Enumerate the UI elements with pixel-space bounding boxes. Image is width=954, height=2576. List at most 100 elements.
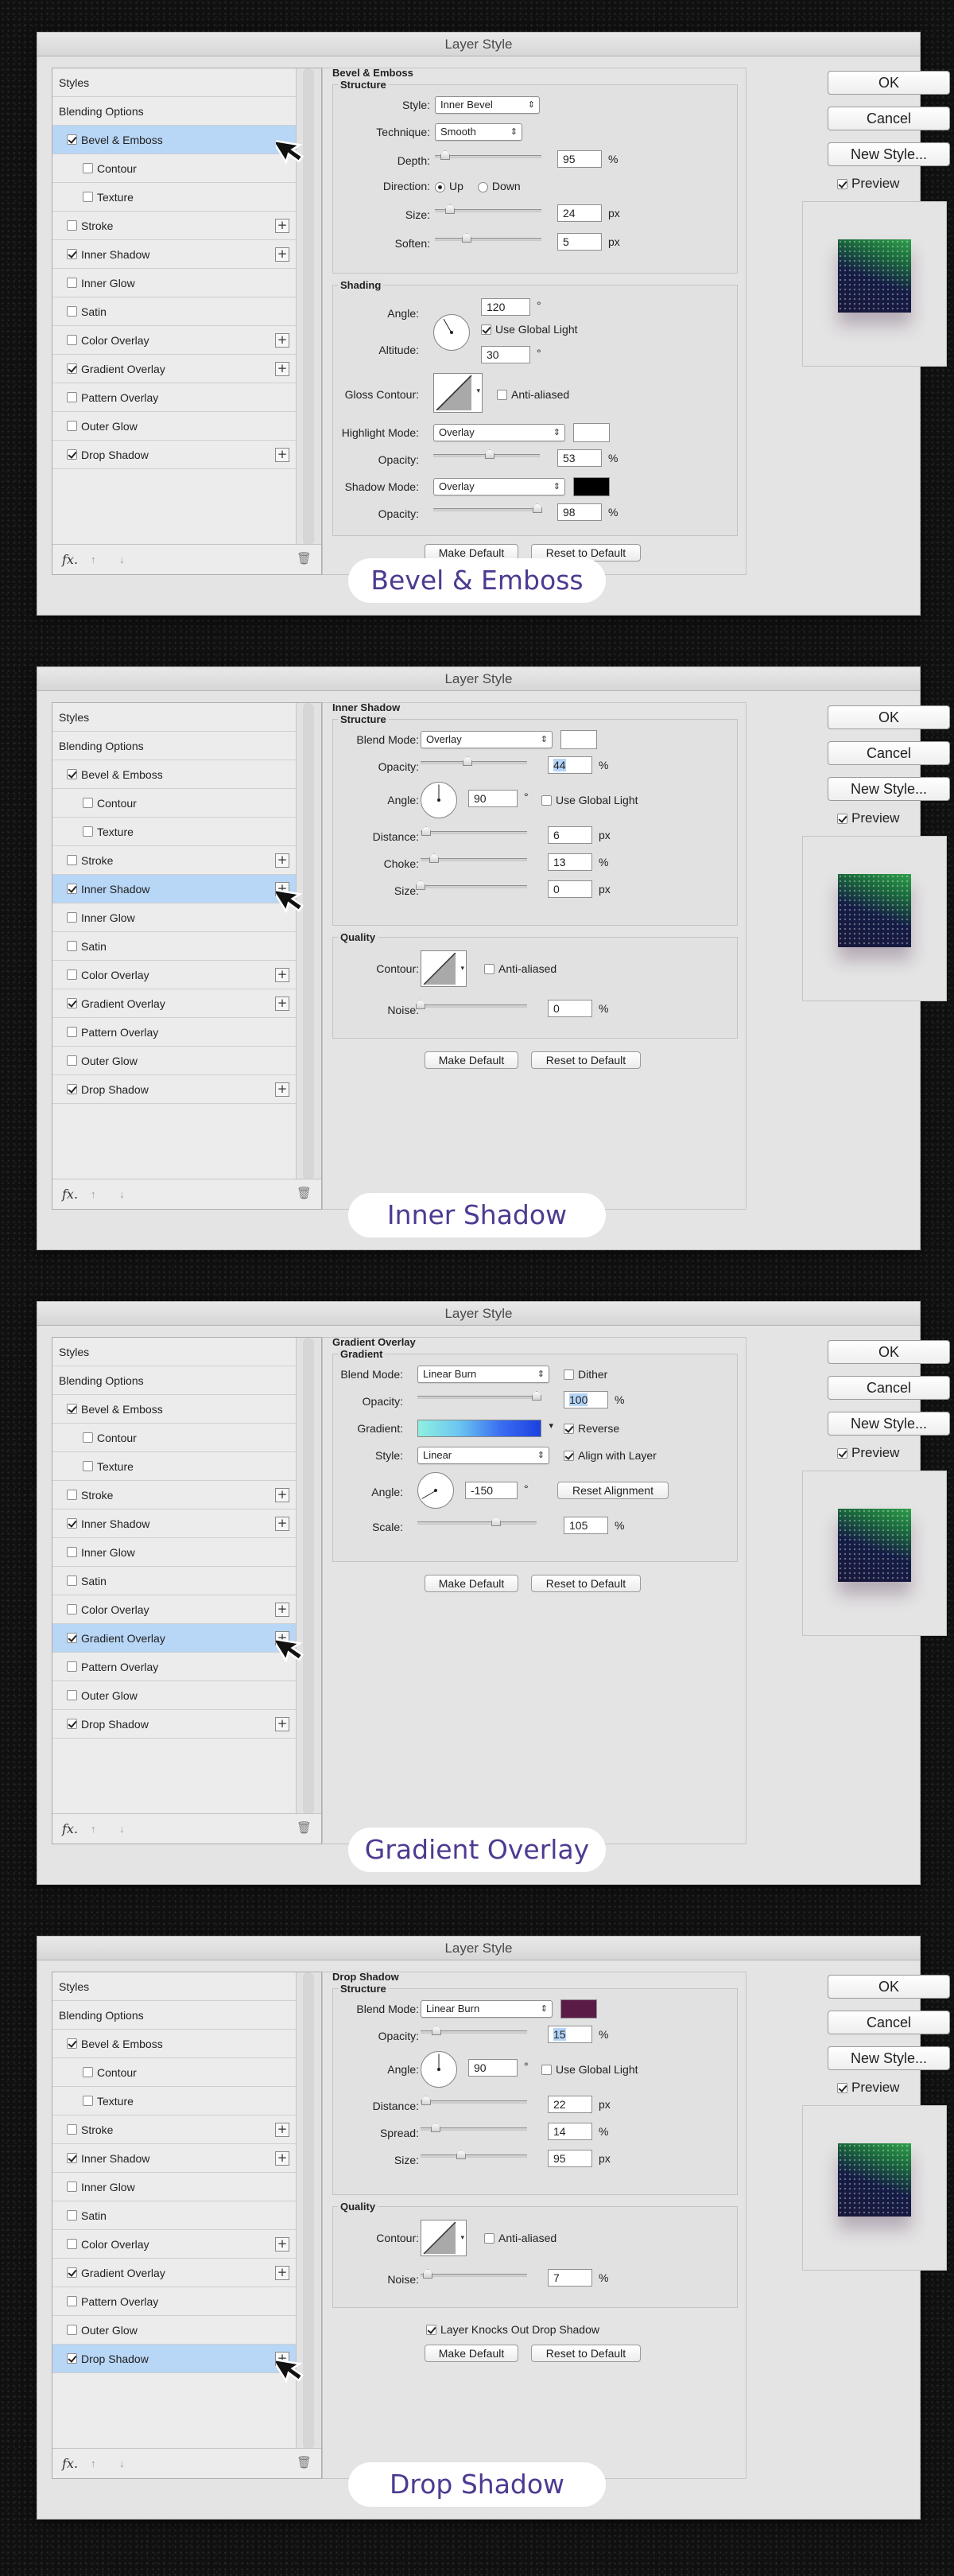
- angle-dial[interactable]: [417, 1472, 454, 1509]
- trash-icon[interactable]: 🗑: [297, 1820, 312, 1835]
- noise-slider[interactable]: [421, 2269, 527, 2279]
- styles-list-item[interactable]: Drop Shadow +: [52, 2345, 296, 2373]
- anti-aliased[interactable]: Anti-aliased: [484, 2229, 556, 2247]
- style-checkbox[interactable]: [83, 1432, 93, 1443]
- style-checkbox[interactable]: [67, 2267, 77, 2278]
- style-checkbox[interactable]: [67, 855, 77, 865]
- size-slider-knob[interactable]: [445, 204, 455, 214]
- style-checkbox[interactable]: [67, 1661, 77, 1672]
- opacity-slider[interactable]: [421, 756, 527, 766]
- opacity-field[interactable]: 44: [548, 756, 592, 774]
- style-checkbox[interactable]: [67, 2182, 77, 2192]
- angle-dial[interactable]: [433, 314, 470, 351]
- angle-field[interactable]: 90: [468, 790, 518, 807]
- fx-icon[interactable]: fx.: [62, 1821, 78, 1836]
- noise-field[interactable]: 7: [548, 2269, 592, 2287]
- styles-list-item[interactable]: Pattern Overlay: [52, 383, 296, 412]
- style-checkbox[interactable]: [67, 1604, 77, 1614]
- reset-alignment-button[interactable]: Reset Alignment: [557, 1482, 669, 1499]
- opacity-slider-knob[interactable]: [532, 1391, 541, 1401]
- angle-field[interactable]: -150: [465, 1482, 518, 1499]
- styles-list-item[interactable]: Inner Shadow +: [52, 240, 296, 269]
- new-style-button[interactable]: New Style...: [828, 777, 950, 801]
- plus-icon[interactable]: +: [275, 333, 289, 348]
- scrollbar-thumb[interactable]: [303, 703, 314, 1180]
- altitude-field[interactable]: 30: [481, 346, 530, 363]
- contour-picker[interactable]: ▾: [421, 2220, 467, 2256]
- style-checkbox[interactable]: [67, 421, 77, 431]
- reset-default-button[interactable]: Reset to Default: [531, 1575, 641, 1592]
- style-checkbox[interactable]: [67, 392, 77, 402]
- style-checkbox[interactable]: [67, 1576, 77, 1586]
- fx-icon[interactable]: fx.: [62, 552, 78, 567]
- cancel-button[interactable]: Cancel: [828, 741, 950, 765]
- anti-aliased-checkbox[interactable]: [484, 2232, 494, 2244]
- preview-checkbox[interactable]: [837, 1447, 847, 1459]
- distance-field[interactable]: 22: [548, 2096, 592, 2113]
- move-up-icon[interactable]: ↑: [91, 1823, 96, 1835]
- style-checkbox[interactable]: [67, 1027, 77, 1037]
- angle-dial[interactable]: [421, 2051, 457, 2088]
- size-slider-knob[interactable]: [456, 2150, 466, 2159]
- plus-icon[interactable]: +: [275, 1488, 289, 1502]
- noise-slider-knob[interactable]: [423, 2269, 432, 2279]
- styles-list-item[interactable]: Drop Shadow +: [52, 1075, 296, 1104]
- fx-icon[interactable]: fx.: [62, 1187, 78, 1202]
- cancel-button[interactable]: Cancel: [828, 2011, 950, 2034]
- style-checkbox[interactable]: [67, 249, 77, 259]
- styles-list-item[interactable]: Outer Glow: [52, 1681, 296, 1710]
- styles-list-item[interactable]: Pattern Overlay: [52, 1653, 296, 1681]
- shadow-mode-select[interactable]: Overlay ⇕: [433, 478, 565, 495]
- new-style-button[interactable]: New Style...: [828, 1412, 950, 1436]
- cancel-button[interactable]: Cancel: [828, 107, 950, 130]
- shadow-color-swatch[interactable]: [573, 477, 610, 496]
- anti-aliased-checkbox[interactable]: [497, 389, 507, 400]
- style-checkbox[interactable]: [67, 306, 77, 317]
- styles-list-item[interactable]: Stroke +: [52, 846, 296, 875]
- styles-list-item[interactable]: Styles: [52, 703, 296, 732]
- style-checkbox[interactable]: [67, 2124, 77, 2135]
- plus-icon[interactable]: +: [275, 448, 289, 462]
- contour-picker[interactable]: ▾: [421, 950, 467, 987]
- style-checkbox[interactable]: [83, 163, 93, 173]
- style-checkbox[interactable]: [83, 798, 93, 808]
- style-checkbox[interactable]: [67, 1055, 77, 1066]
- styles-list-item[interactable]: Pattern Overlay: [52, 1018, 296, 1047]
- soften-field[interactable]: 5: [557, 233, 602, 251]
- styles-list-item[interactable]: Blending Options: [52, 2001, 296, 2030]
- align-with-layer[interactable]: Align with Layer: [564, 1447, 657, 1464]
- preview-toggle[interactable]: Preview: [837, 1445, 899, 1461]
- use-global-light-checkbox[interactable]: [541, 2064, 552, 2075]
- opacity-field[interactable]: 100: [564, 1391, 608, 1408]
- dither-checkbox[interactable]: [564, 1369, 574, 1380]
- styles-list-item[interactable]: Inner Shadow +: [52, 1509, 296, 1538]
- reverse[interactable]: Reverse: [564, 1420, 619, 1437]
- styles-list-item[interactable]: Texture: [52, 818, 296, 846]
- plus-icon[interactable]: +: [275, 1082, 289, 1097]
- up-radio[interactable]: [435, 181, 445, 192]
- style-checkbox[interactable]: [83, 2067, 93, 2077]
- shadow-color-swatch[interactable]: [560, 1999, 597, 2018]
- ok-button[interactable]: OK: [828, 1975, 950, 1999]
- choke-slider-knob[interactable]: [429, 853, 439, 863]
- distance-slider[interactable]: [421, 2096, 527, 2105]
- styles-list-item[interactable]: Inner Glow: [52, 1538, 296, 1567]
- use-global-light-checkbox[interactable]: [541, 795, 552, 806]
- trash-icon[interactable]: 🗑: [297, 2455, 312, 2469]
- make-default-button[interactable]: Make Default: [425, 1051, 518, 1069]
- size-slider[interactable]: [435, 204, 541, 214]
- style-checkbox[interactable]: [67, 2239, 77, 2249]
- angle-field[interactable]: 90: [468, 2059, 518, 2077]
- plus-icon[interactable]: +: [275, 1717, 289, 1731]
- trash-icon[interactable]: 🗑: [297, 551, 312, 565]
- style-checkbox[interactable]: [67, 2353, 77, 2364]
- styles-list-item[interactable]: Stroke +: [52, 2116, 296, 2144]
- down-radio[interactable]: [477, 181, 488, 192]
- styles-list-item[interactable]: Color Overlay +: [52, 326, 296, 355]
- layer-knocks-out[interactable]: Layer Knocks Out Drop Shadow: [426, 2321, 599, 2338]
- style-select[interactable]: Linear ⇕: [417, 1447, 549, 1464]
- styles-list-item[interactable]: Outer Glow: [52, 2316, 296, 2345]
- styles-list-item[interactable]: Drop Shadow +: [52, 1710, 296, 1739]
- choke-slider[interactable]: [421, 853, 527, 863]
- angle-dial[interactable]: [421, 782, 457, 818]
